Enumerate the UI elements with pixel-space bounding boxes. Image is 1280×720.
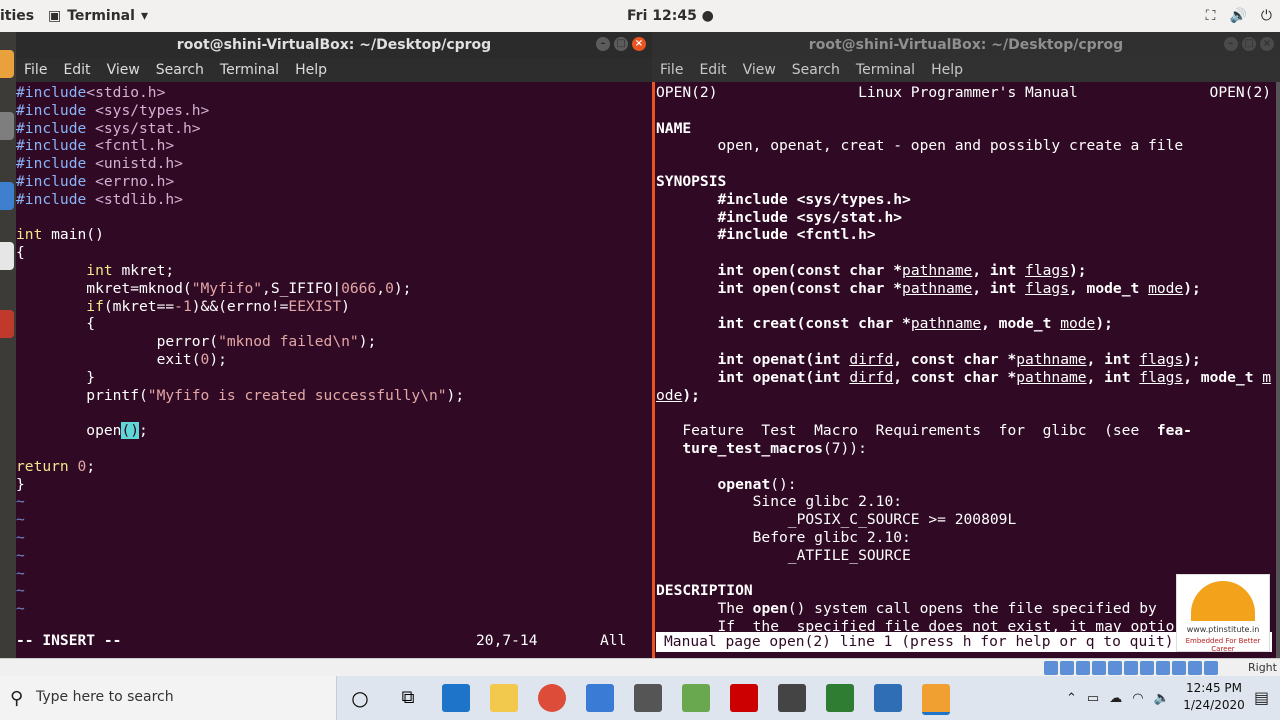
window-divider [652,82,655,658]
optical-icon[interactable] [1060,661,1074,675]
logo-tagline: Embedded For Better Career [1185,637,1261,653]
cortana-icon[interactable]: ○ [346,684,374,712]
terminal-window-vim[interactable]: root@shini-VirtualBox: ~/Desktop/cprog –… [16,32,652,658]
watermark-logo: www.ptinstitute.in Embedded For Better C… [1176,574,1270,653]
notifications-icon[interactable]: ▤ [1254,688,1269,707]
menu-search[interactable]: Search [156,62,204,78]
recording-icon[interactable] [1156,661,1170,675]
menu-file[interactable]: File [660,62,683,78]
volume-icon[interactable]: 🔊 [1229,8,1246,24]
top-bar: ities ▣ Terminal ▾ Fri 12:45 ● ⛶ 🔊 ⏻ [0,0,1280,32]
shared-folder-icon[interactable] [1124,661,1138,675]
network-icon[interactable] [1092,661,1106,675]
cloud-icon[interactable]: ☁ [1109,691,1122,706]
maximize-button[interactable]: □ [1242,37,1256,51]
man-page-content[interactable]: OPEN(2) Linux Programmer's Manual OPEN(2… [656,84,1271,636]
scroll-percent: All [600,632,627,649]
taskbar-date: 1/24/2020 [1183,698,1245,712]
logo-url: www.ptinstitute.in [1186,625,1260,634]
edge-icon[interactable] [442,684,470,712]
chevron-down-icon: ▾ [140,8,148,24]
vm-window-icon[interactable] [922,684,950,715]
chrome-icon[interactable] [538,684,566,712]
launcher-dock [0,32,16,658]
scrollbar[interactable] [1276,82,1280,658]
menu-terminal[interactable]: Terminal [856,62,915,78]
volume-icon[interactable]: 🔈 [1154,691,1170,706]
windows-taskbar: ⚲ Type here to search ○ ⧉ ⌃ ▭ ☁ ◠ 🔈 12:4… [0,676,1280,720]
terminal-icon: ▣ [48,8,62,24]
cpu-icon[interactable] [1172,661,1186,675]
top-clock[interactable]: Fri 12:45 ● [627,8,714,24]
dock-app-icon[interactable] [0,182,14,210]
virtualbox-icon[interactable] [874,684,902,712]
mail-icon[interactable] [634,684,662,712]
app-menu-label: Terminal [67,8,135,24]
search-placeholder: Type here to search [36,689,174,705]
vim-buffer[interactable]: #include<stdio.h> #include <sys/types.h>… [16,84,464,618]
search-icon: ⚲ [10,688,24,709]
menu-view[interactable]: View [107,62,140,78]
store-icon[interactable] [586,684,614,712]
host-key: Right [1248,661,1277,674]
window-title: root@shini-VirtualBox: ~/Desktop/cprog [176,37,492,53]
notification-area: ⌃ ▭ ☁ ◠ 🔈 [1066,676,1170,720]
usb-icon[interactable] [1108,661,1122,675]
system-tray[interactable]: ⛶ 🔊 ⏻ [1206,8,1272,24]
close-button[interactable]: × [632,37,646,51]
display-icon[interactable] [1140,661,1154,675]
menu-view[interactable]: View [743,62,776,78]
acrobat-icon[interactable] [730,684,758,712]
menu-file[interactable]: File [24,62,47,78]
taskbar-time: 12:45 PM [1186,681,1242,695]
dock-app-icon[interactable] [0,112,14,140]
app-menu[interactable]: ▣ Terminal ▾ [48,8,148,24]
menu-terminal[interactable]: Terminal [220,62,279,78]
menu-edit[interactable]: Edit [63,62,90,78]
close-button[interactable]: × [1260,37,1274,51]
menu-bar: File Edit View Search Terminal Help [652,58,1280,82]
minimize-button[interactable]: – [596,37,610,51]
menu-search[interactable]: Search [792,62,840,78]
vim-status-line: -- INSERT -- 20,7-14 All [16,632,652,652]
taskbar-search[interactable]: ⚲ Type here to search [0,676,337,720]
cursor-position: 20,7-14 [476,632,538,649]
vbox-device-icons [1044,661,1218,675]
wifi-icon[interactable]: ◠ [1132,691,1143,706]
dock-app-icon[interactable] [0,50,14,78]
power-icon[interactable]: ⏻ [1261,8,1272,24]
task-view-icon[interactable]: ⧉ [394,684,422,712]
hdd-icon[interactable] [1044,661,1058,675]
vim-mode: -- INSERT -- [16,632,122,649]
activities-button[interactable]: ities [0,8,34,24]
network-icon[interactable]: ⛶ [1206,8,1216,24]
terminal-window-man[interactable]: root@shini-VirtualBox: ~/Desktop/cprog –… [652,32,1280,658]
vbox-icon[interactable] [1188,661,1202,675]
photos-icon[interactable] [682,684,710,712]
window-titlebar[interactable]: root@shini-VirtualBox: ~/Desktop/cprog –… [652,32,1280,58]
window-title: root@shini-VirtualBox: ~/Desktop/cprog [808,37,1124,53]
mouse-icon[interactable] [1204,661,1218,675]
battery-icon[interactable]: ▭ [1087,691,1099,706]
menu-help[interactable]: Help [295,62,327,78]
audio-icon[interactable] [1076,661,1090,675]
virtualbox-status-bar: Right [0,658,1280,677]
maximize-button[interactable]: □ [614,37,628,51]
menu-help[interactable]: Help [931,62,963,78]
dock-app-icon[interactable] [0,310,14,338]
taskbar-clock[interactable]: 12:45 PM 1/24/2020 [1182,680,1246,714]
menu-bar: File Edit View Search Terminal Help [16,58,652,82]
window-titlebar[interactable]: root@shini-VirtualBox: ~/Desktop/cprog –… [16,32,652,58]
dock-app-icon[interactable] [0,242,14,270]
menu-edit[interactable]: Edit [699,62,726,78]
calculator-icon[interactable] [778,684,806,712]
minimize-button[interactable]: – [1224,37,1238,51]
chevron-up-icon[interactable]: ⌃ [1066,691,1077,706]
file-explorer-icon[interactable] [490,684,518,712]
notepad-icon[interactable] [826,684,854,712]
sun-logo-icon [1191,581,1255,621]
